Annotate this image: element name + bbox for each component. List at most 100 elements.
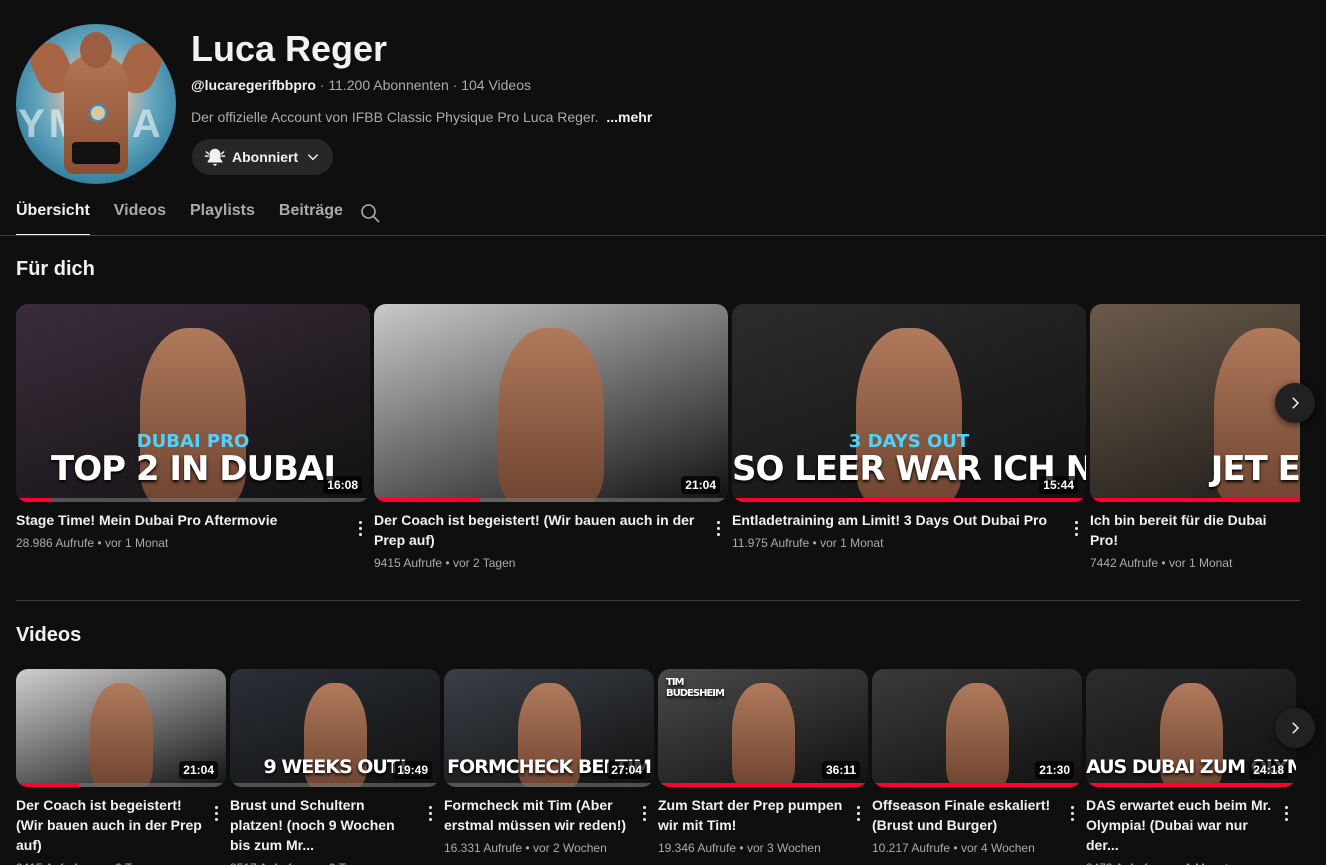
duration-badge: 24:18 <box>1249 761 1288 779</box>
tabs-divider <box>0 235 1326 236</box>
view-count: 11.975 Aufrufe <box>732 536 810 550</box>
channel-name: Luca Reger <box>191 28 388 69</box>
more-vert-icon[interactable] <box>420 801 440 825</box>
video-meta: 9415 Aufrufe • vor 2 Tagen <box>16 861 226 865</box>
video-details: Stage Time! Mein Dubai Pro Aftermovie <box>16 510 370 536</box>
video-thumbnail[interactable]: FORMCHECK BEI TIM 27:04 <box>444 669 654 787</box>
upload-age: vor 1 Monat <box>104 536 169 550</box>
view-count: 8479 Aufrufe <box>1086 861 1154 865</box>
watch-progress-fill <box>16 498 52 502</box>
thumbnail-figure <box>497 327 605 502</box>
upload-age: vor 2 Tagen <box>452 556 516 570</box>
meta-separator: • <box>522 841 533 855</box>
thumbnail-headline: JET ES <box>1210 448 1300 489</box>
video-title[interactable]: Ich bin bereit für die Dubai Pro! <box>1090 510 1300 550</box>
video-meta: 8479 Aufrufe • vor 1 Monat <box>1086 861 1296 865</box>
watch-progress <box>732 498 1086 502</box>
more-vert-icon[interactable] <box>350 516 370 540</box>
video-title[interactable]: Brust und Schultern platzen! (noch 9 Woc… <box>230 795 440 855</box>
channel-avatar[interactable]: YMPIA <box>16 24 176 184</box>
more-vert-icon[interactable] <box>1062 801 1082 825</box>
upload-age: vor 3 Wochen <box>746 841 821 855</box>
description-text: Der offizielle Account von IFBB Classic … <box>191 109 599 125</box>
more-link[interactable]: ...mehr <box>606 109 652 125</box>
upload-age: vor 9 Tagen <box>309 861 372 865</box>
meta-separator: • <box>950 841 961 855</box>
subscribed-button[interactable]: Abonniert <box>192 139 333 175</box>
video-thumbnail[interactable]: AUS DUBAI ZUM OLYMPIA24:18 <box>1086 669 1296 787</box>
tab-overview[interactable]: Übersicht <box>16 192 90 236</box>
watch-progress-fill <box>658 783 868 787</box>
video-card[interactable]: DUBAI PRO TOP 2 IN DUBAI 16:08 Stage Time! … <box>16 304 370 570</box>
video-card[interactable]: 9 WEEKS OUT! 19:49 Brust und Schultern pla… <box>230 669 440 865</box>
watch-progress-fill <box>872 783 1082 787</box>
video-card[interactable]: 21:30 Offseason Finale eskaliert! (Brust … <box>872 669 1082 865</box>
video-card[interactable]: 3 DAYS OUTSO LEER WAR ICH NOCH NIE15:44 E… <box>732 304 1086 570</box>
watch-progress-fill <box>1090 498 1300 502</box>
video-title[interactable]: Offseason Finale eskaliert! (Brust und B… <box>872 795 1082 835</box>
channel-description[interactable]: Der offizielle Account von IFBB Classic … <box>191 109 652 125</box>
section-title-videos: Videos <box>16 624 82 646</box>
video-card[interactable]: FORMCHECK BEI TIM 27:04 Formcheck mit Tim … <box>444 669 654 865</box>
meta-separator: • <box>1154 861 1165 865</box>
more-vert-icon[interactable] <box>634 801 654 825</box>
next-button[interactable] <box>1275 383 1315 423</box>
more-vert-icon[interactable] <box>206 801 226 825</box>
video-card[interactable]: AUS DUBAI ZUM OLYMPIA24:18 DAS erwartet e… <box>1086 669 1296 865</box>
for-you-shelf: DUBAI PRO TOP 2 IN DUBAI 16:08 Stage Time! … <box>16 304 1304 570</box>
video-thumbnail[interactable]: DUBAI PRO TOP 2 IN DUBAI 16:08 <box>16 304 370 502</box>
channel-handle: @lucaregerifbbpro <box>191 77 316 93</box>
meta-separator: • <box>442 556 453 570</box>
video-thumbnail[interactable]: 21:04 <box>16 669 226 787</box>
watch-progress <box>444 783 654 787</box>
watch-progress-fill <box>1086 783 1296 787</box>
view-count: 16.331 Aufrufe <box>444 841 523 855</box>
video-thumbnail[interactable]: JET ES <box>1090 304 1300 502</box>
more-vert-icon[interactable] <box>848 801 868 825</box>
video-thumbnail[interactable]: 3 DAYS OUTSO LEER WAR ICH NOCH NIE15:44 <box>732 304 1086 502</box>
tab-posts[interactable]: Beiträge <box>279 192 343 236</box>
video-card[interactable]: 21:04 Der Coach ist begeistert! (Wir baue… <box>16 669 226 865</box>
video-thumbnail[interactable]: TIM BUDESHEIM 36:11 <box>658 669 868 787</box>
view-count: 9415 Aufrufe <box>16 861 84 865</box>
more-vert-icon[interactable] <box>1066 516 1086 540</box>
view-count: 19.346 Aufrufe <box>658 841 737 855</box>
watch-progress <box>374 498 728 502</box>
duration-badge: 19:49 <box>393 761 432 779</box>
video-title[interactable]: Entladetraining am Limit! 3 Days Out Dub… <box>732 510 1086 530</box>
video-thumbnail[interactable]: 21:04 <box>374 304 728 502</box>
video-title[interactable]: Stage Time! Mein Dubai Pro Aftermovie <box>16 510 370 530</box>
meta-separator: • <box>1158 556 1169 570</box>
thumbnail-headline: TOP 2 IN DUBAI <box>51 448 336 489</box>
view-count: 10.217 Aufrufe <box>872 841 951 855</box>
more-vert-icon[interactable] <box>708 516 728 540</box>
video-meta: 7442 Aufrufe • vor 1 Monat <box>1090 556 1300 570</box>
video-details: Brust und Schultern platzen! (noch 9 Woc… <box>230 795 440 855</box>
more-vert-icon[interactable] <box>1276 801 1296 825</box>
video-title[interactable]: Der Coach ist begeistert! (Wir bauen auc… <box>16 795 226 855</box>
video-title[interactable]: Der Coach ist begeistert! (Wir bauen auc… <box>374 510 728 550</box>
video-details: Der Coach ist begeistert! (Wir bauen auc… <box>374 510 728 550</box>
duration-badge: 16:08 <box>323 476 362 494</box>
upload-age: vor 2 Tagen <box>95 861 158 865</box>
tab-videos[interactable]: Videos <box>114 192 166 236</box>
video-details: Ich bin bereit für die Dubai Pro! <box>1090 510 1300 550</box>
video-meta: 28.986 Aufrufe • vor 1 Monat <box>16 536 370 550</box>
next-button[interactable] <box>1275 708 1315 748</box>
video-title[interactable]: Formcheck mit Tim (Aber erstmal müssen w… <box>444 795 654 835</box>
video-details: Zum Start der Prep pumpen wir mit Tim! <box>658 795 868 835</box>
tab-playlists[interactable]: Playlists <box>190 192 255 236</box>
watch-progress-fill <box>374 498 481 502</box>
video-meta: 16.331 Aufrufe • vor 2 Wochen <box>444 841 654 855</box>
search-icon[interactable] <box>358 201 382 225</box>
video-card[interactable]: TIM BUDESHEIM 36:11 Zum Start der Prep pum… <box>658 669 868 865</box>
view-count: 8517 Aufrufe <box>230 861 298 865</box>
video-title[interactable]: DAS erwartet euch beim Mr. Olympia! (Dub… <box>1086 795 1296 855</box>
channel-tabs: Übersicht Videos Playlists Beiträge <box>16 192 343 236</box>
meta-separator: • <box>736 841 747 855</box>
video-card[interactable]: 21:04 Der Coach ist begeistert! (Wir baue… <box>374 304 728 570</box>
video-title[interactable]: Zum Start der Prep pumpen wir mit Tim! <box>658 795 868 835</box>
video-card[interactable]: JET ES Ich bin bereit für die Dubai Pro! 7… <box>1090 304 1300 570</box>
video-thumbnail[interactable]: 21:30 <box>872 669 1082 787</box>
video-thumbnail[interactable]: 9 WEEKS OUT! 19:49 <box>230 669 440 787</box>
